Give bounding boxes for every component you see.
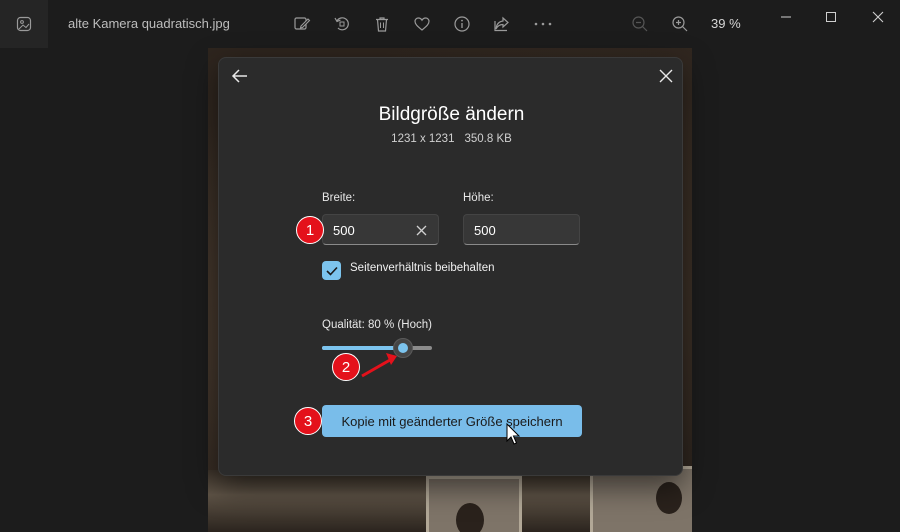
favorite-heart-icon[interactable] bbox=[410, 12, 434, 36]
annotation-marker-1: 1 bbox=[296, 216, 324, 244]
zoom-out-icon[interactable] bbox=[628, 12, 652, 36]
width-value: 500 bbox=[333, 223, 355, 238]
annotation-marker-3: 3 bbox=[294, 407, 322, 435]
file-name: alte Kamera quadratisch.jpg bbox=[68, 16, 230, 31]
maximize-icon[interactable] bbox=[819, 6, 843, 28]
resize-dialog: Bildgröße ändern 1231 x 1231 350.8 KB Bre… bbox=[218, 57, 683, 476]
zoom-in-icon[interactable] bbox=[668, 12, 692, 36]
photo-face bbox=[656, 482, 682, 514]
height-label: Höhe: bbox=[463, 192, 494, 204]
aspect-ratio-checkbox[interactable] bbox=[322, 261, 341, 280]
save-copy-button[interactable]: Kopie mit geänderter Größe speichern bbox=[322, 405, 582, 437]
dialog-title: Bildgröße ändern bbox=[378, 104, 525, 125]
aspect-ratio-label: Seitenverhältnis beibehalten bbox=[350, 262, 495, 274]
info-icon[interactable] bbox=[450, 12, 474, 36]
clear-icon[interactable] bbox=[412, 221, 430, 239]
gallery-icon[interactable] bbox=[0, 0, 48, 48]
annotation-marker-2: 2 bbox=[332, 353, 360, 381]
rotate-icon[interactable] bbox=[330, 12, 354, 36]
slider-thumb-dot bbox=[398, 343, 409, 353]
image-file-size: 350.8 KB bbox=[464, 133, 512, 145]
image-info: 1231 x 1231 350.8 KB bbox=[219, 133, 684, 145]
quality-slider[interactable] bbox=[322, 338, 432, 358]
dialog-close-icon[interactable] bbox=[653, 64, 679, 88]
quality-slider-fill bbox=[322, 346, 404, 350]
share-icon[interactable] bbox=[490, 12, 514, 36]
delete-icon[interactable] bbox=[370, 12, 394, 36]
quality-slider-thumb[interactable] bbox=[393, 338, 414, 358]
height-input[interactable]: 500 bbox=[463, 214, 580, 245]
title-bar: alte Kamera quadratisch.jpg 39 % bbox=[0, 0, 900, 48]
height-value: 500 bbox=[474, 223, 496, 238]
image-dimensions: 1231 x 1231 bbox=[391, 133, 455, 145]
close-window-icon[interactable] bbox=[866, 6, 890, 28]
checkmark-icon bbox=[325, 266, 338, 276]
quality-label: Qualität: 80 % (Hoch) bbox=[322, 319, 432, 331]
width-label: Breite: bbox=[322, 192, 356, 204]
back-arrow-icon[interactable] bbox=[225, 64, 255, 88]
minimize-icon[interactable] bbox=[774, 6, 798, 28]
zoom-level[interactable]: 39 % bbox=[711, 16, 741, 31]
photo-face bbox=[456, 503, 484, 532]
more-icon[interactable] bbox=[531, 12, 555, 36]
edit-image-icon[interactable] bbox=[290, 12, 314, 36]
